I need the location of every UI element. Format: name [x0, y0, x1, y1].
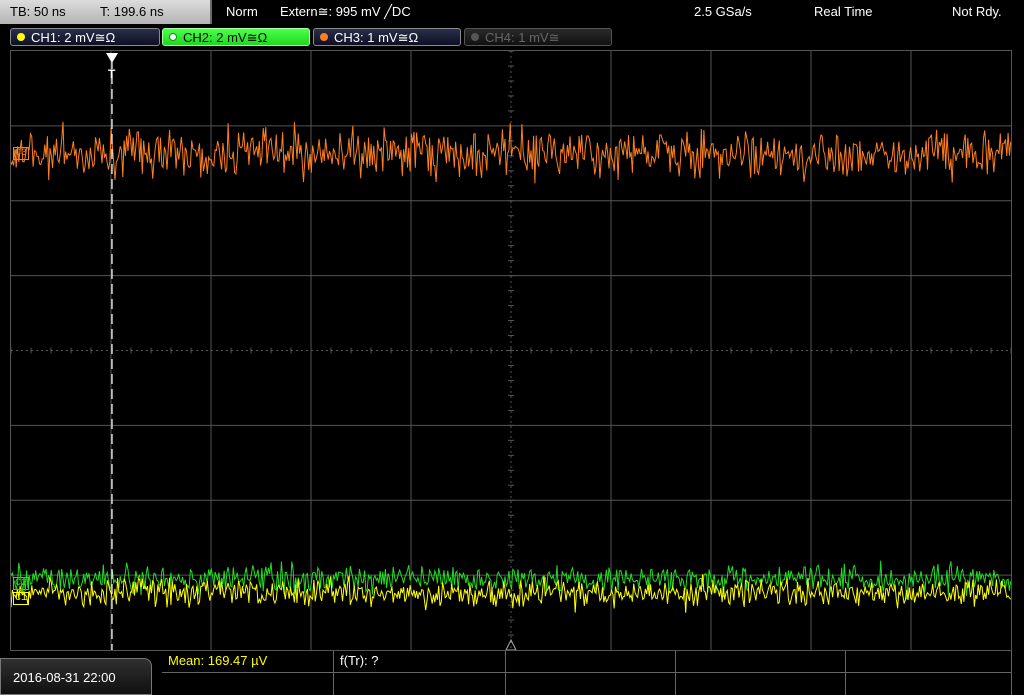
measurement-rise-freq: f(Tr): ?: [340, 653, 379, 668]
waveform-display[interactable]: T C3 C2 C1: [10, 50, 1012, 651]
sample-rate: 2.5 GSa/s: [694, 4, 752, 19]
measurement-mean: Mean: 169.47 µV: [168, 653, 268, 668]
ch1-button[interactable]: CH1: 2 mV≅Ω: [10, 28, 160, 46]
acquisition-status-strip[interactable]: Norm Extern≅: 995 mV ╱DC 2.5 GSa/s Real …: [216, 0, 1024, 24]
measurement-cell-empty[interactable]: [506, 673, 676, 695]
acquisition-mode: Real Time: [814, 4, 873, 19]
trigger-marker-label: T: [108, 67, 116, 81]
measurement-cell-empty[interactable]: [846, 673, 1012, 695]
ch1-color-dot: [17, 33, 25, 41]
ch2-color-dot: [169, 33, 177, 41]
ch3-button[interactable]: CH3: 1 mV≅Ω: [313, 28, 461, 46]
measurement-table[interactable]: Mean: 169.47 µV f(Tr): ?: [162, 651, 1012, 695]
ch2-offset-marker[interactable]: C2: [13, 577, 30, 590]
trigger-position-arrow-icon[interactable]: [106, 53, 118, 63]
ch3-color-dot: [320, 33, 328, 41]
ch2-label: CH2: 2 mV≅Ω: [183, 30, 268, 45]
measurement-cell-empty[interactable]: [676, 651, 846, 673]
ch4-button[interactable]: CH4: 1 mV≅: [464, 28, 612, 46]
ch3-offset-marker[interactable]: C3: [13, 147, 30, 160]
ch3-label: CH3: 1 mV≅Ω: [334, 30, 419, 45]
measurement-cell-empty[interactable]: [676, 673, 846, 695]
waveform-canvas[interactable]: T: [11, 51, 1011, 650]
ch1-label: CH1: 2 mV≅Ω: [31, 30, 116, 45]
status-bar: TB: 50 ns T: 199.6 ns Norm Extern≅: 995 …: [0, 0, 1024, 24]
measurement-cell-empty[interactable]: [506, 651, 676, 673]
measurement-cell-empty[interactable]: [334, 673, 506, 695]
timebase-box[interactable]: TB: 50 ns T: 199.6 ns: [0, 0, 212, 24]
trigger-time-readout: T: 199.6 ns: [100, 4, 164, 19]
measurement-cell-mean[interactable]: Mean: 169.47 µV: [162, 651, 334, 673]
ch1-offset-marker[interactable]: C1: [13, 592, 30, 605]
bottom-bar: 2016-08-31 22:00 Mean: 169.47 µV f(Tr): …: [0, 651, 1024, 695]
ch4-label: CH4: 1 mV≅: [485, 30, 560, 45]
ch4-color-dot: [471, 33, 479, 41]
trigger-mode: Norm: [226, 4, 258, 19]
measurement-cell-empty[interactable]: [162, 673, 334, 695]
measurement-cell-rise-freq[interactable]: f(Tr): ?: [334, 651, 506, 673]
measurement-cell-empty[interactable]: [846, 651, 1012, 673]
datetime-readout: 2016-08-31 22:00: [13, 670, 116, 685]
ch2-button[interactable]: CH2: 2 mV≅Ω: [162, 28, 310, 46]
timebase-readout: TB: 50 ns: [10, 4, 66, 19]
acquisition-status: Not Rdy.: [952, 4, 1002, 19]
datetime-box[interactable]: 2016-08-31 22:00: [0, 658, 152, 695]
trigger-source: Extern≅: 995 mV ╱DC: [280, 4, 411, 19]
